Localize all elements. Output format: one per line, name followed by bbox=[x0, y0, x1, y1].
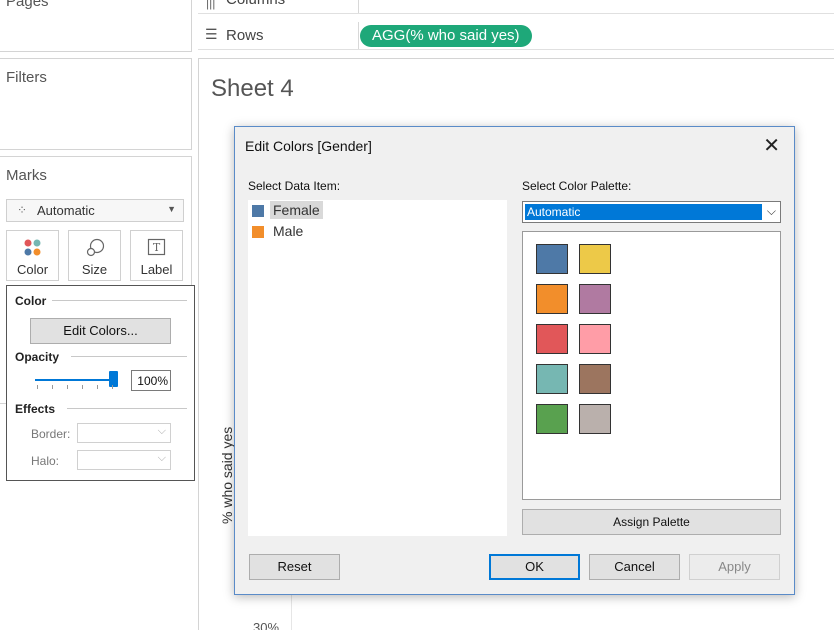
mark-type-value: Automatic bbox=[37, 203, 95, 218]
y-tick-label: 30% bbox=[253, 620, 280, 630]
tableau-workspace: Pages Filters Marks ⁘ Automatic ▼ Color … bbox=[0, 0, 834, 630]
divider bbox=[67, 408, 187, 409]
automatic-mark-icon: ⁘ bbox=[17, 203, 28, 217]
palette-swatch[interactable] bbox=[579, 364, 611, 394]
pages-title: Pages bbox=[6, 0, 49, 10]
halo-label: Halo: bbox=[31, 454, 60, 468]
data-item-label: Female bbox=[270, 201, 323, 219]
color-section-title: Color bbox=[15, 294, 47, 308]
apply-button[interactable]: Apply bbox=[689, 554, 780, 580]
rows-shelf[interactable]: ☰ Rows AGG(% who said yes) bbox=[198, 22, 834, 50]
chevron-down-icon: ⌵ bbox=[157, 452, 166, 464]
female-color-swatch bbox=[252, 205, 264, 217]
palette-swatch[interactable] bbox=[579, 244, 611, 274]
divider bbox=[52, 300, 187, 301]
palette-swatch[interactable] bbox=[536, 284, 568, 314]
data-item-list: Female Male bbox=[248, 200, 507, 536]
rows-icon: ☰ bbox=[205, 26, 218, 42]
male-color-swatch bbox=[252, 226, 264, 238]
divider bbox=[71, 356, 187, 357]
shelf-divider bbox=[358, 0, 359, 13]
edit-colors-dialog: Edit Colors [Gender] ✕ Select Data Item:… bbox=[234, 126, 795, 595]
opacity-input[interactable]: 100% bbox=[131, 370, 171, 391]
svg-text:T: T bbox=[153, 241, 161, 254]
ok-button[interactable]: OK bbox=[489, 554, 580, 580]
y-axis-label: % who said yes bbox=[219, 426, 235, 524]
reset-button[interactable]: Reset bbox=[249, 554, 340, 580]
color-mark-button[interactable]: Color bbox=[6, 230, 59, 281]
chevron-down-icon: ⌵ bbox=[157, 425, 166, 437]
halo-combo[interactable]: ⌵ bbox=[77, 450, 171, 470]
color-dots-icon bbox=[24, 239, 41, 256]
data-item-label: Male bbox=[273, 223, 304, 239]
assign-palette-button[interactable]: Assign Palette bbox=[522, 509, 781, 535]
label-mark-button[interactable]: T Label bbox=[130, 230, 183, 281]
color-popup: Color Edit Colors... Opacity 100% Effect… bbox=[6, 285, 195, 481]
cancel-button[interactable]: Cancel bbox=[589, 554, 680, 580]
label-t-icon: T bbox=[147, 238, 166, 256]
palette-select[interactable]: Automatic ⌵ bbox=[522, 201, 781, 223]
border-combo[interactable]: ⌵ bbox=[77, 423, 171, 443]
palette-swatch[interactable] bbox=[579, 324, 611, 354]
size-mark-button[interactable]: Size bbox=[68, 230, 121, 281]
pages-card: Pages bbox=[0, 0, 192, 52]
effects-section-title: Effects bbox=[15, 402, 56, 416]
opacity-slider[interactable] bbox=[35, 371, 118, 389]
label-mark-label: Label bbox=[140, 262, 173, 277]
size-mark-label: Size bbox=[81, 262, 108, 277]
chevron-down-icon: ▼ bbox=[167, 204, 176, 214]
palette-swatch[interactable] bbox=[579, 284, 611, 314]
mark-type-dropdown[interactable]: ⁘ Automatic ▼ bbox=[6, 199, 184, 222]
select-data-item-label: Select Data Item: bbox=[248, 179, 341, 193]
rows-measure-pill[interactable]: AGG(% who said yes) bbox=[360, 25, 532, 47]
palette-swatch[interactable] bbox=[536, 244, 568, 274]
palette-swatch-grid bbox=[522, 231, 781, 500]
columns-shelf[interactable]: ||| Columns bbox=[198, 0, 834, 14]
opacity-section-title: Opacity bbox=[15, 350, 60, 364]
marks-title: Marks bbox=[6, 167, 47, 184]
dialog-title: Edit Colors [Gender] bbox=[245, 138, 372, 154]
filters-card: Filters bbox=[0, 58, 192, 150]
edit-colors-button[interactable]: Edit Colors... bbox=[30, 318, 171, 344]
columns-icon: ||| bbox=[206, 0, 216, 10]
close-icon[interactable]: ✕ bbox=[763, 133, 780, 158]
opacity-slider-fill bbox=[35, 379, 113, 381]
columns-label: Columns bbox=[226, 0, 285, 8]
select-palette-label: Select Color Palette: bbox=[522, 179, 632, 193]
size-circles-icon bbox=[86, 238, 105, 257]
filters-title: Filters bbox=[6, 69, 47, 86]
sheet-title: Sheet 4 bbox=[211, 75, 294, 102]
slider-ticks bbox=[37, 385, 113, 389]
border-label: Border: bbox=[31, 427, 71, 441]
palette-swatch[interactable] bbox=[579, 404, 611, 434]
palette-swatch[interactable] bbox=[536, 324, 568, 354]
chevron-down-icon: ⌵ bbox=[766, 204, 776, 218]
rows-label: Rows bbox=[226, 27, 264, 44]
shelf-divider bbox=[358, 22, 359, 49]
palette-swatch[interactable] bbox=[536, 404, 568, 434]
palette-swatch[interactable] bbox=[536, 364, 568, 394]
palette-selected-value: Automatic bbox=[525, 204, 762, 220]
color-mark-label: Color bbox=[16, 262, 49, 277]
